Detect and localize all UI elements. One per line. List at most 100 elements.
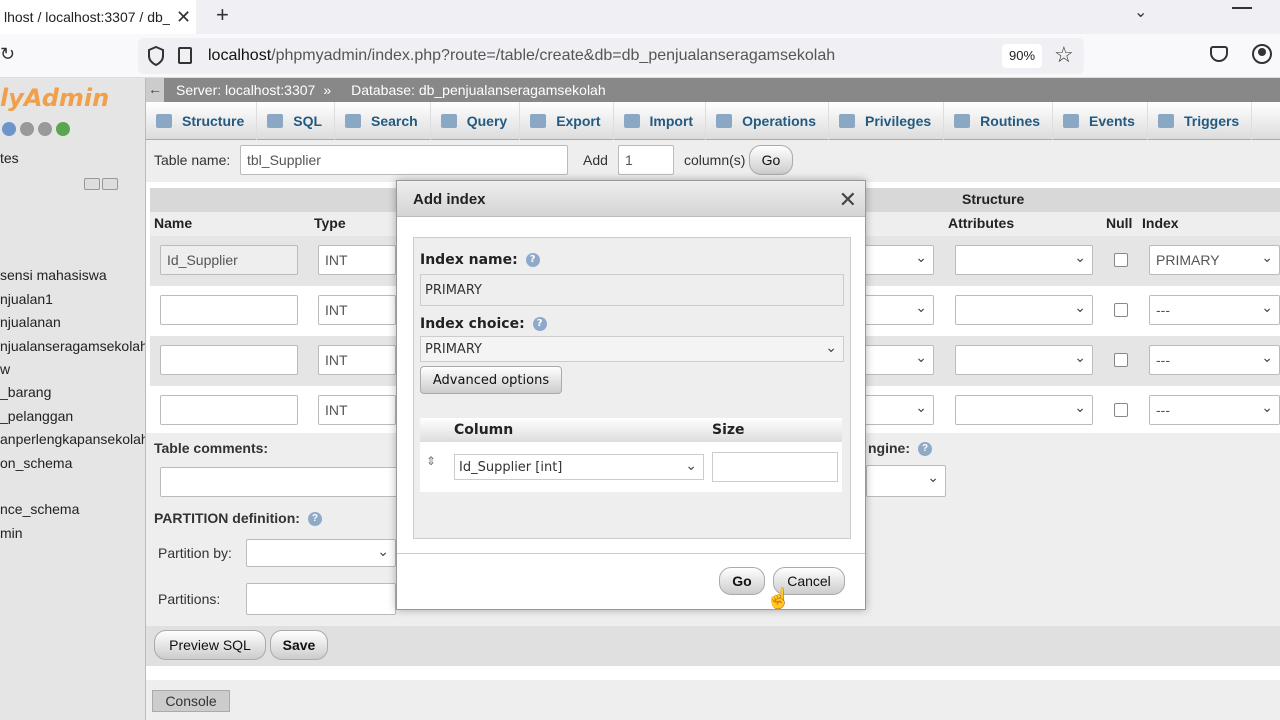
tab-operations[interactable]: Operations [706,101,829,140]
tab-routines[interactable]: Routines [944,101,1054,140]
tab-search[interactable]: Search [335,101,431,140]
query-icon [440,113,457,128]
breadcrumb-server[interactable]: Server: localhost:3307 [176,82,315,98]
index-columns-header: Column Size [420,418,842,442]
close-tab-icon[interactable]: ✕ [176,7,191,28]
tab-structure[interactable]: Structure [146,101,258,140]
column-attributes-select[interactable] [955,245,1093,275]
column-attributes-select[interactable] [955,345,1093,375]
page-icon[interactable] [178,47,192,64]
column-type-select[interactable]: INT [318,345,396,375]
column-default-select[interactable] [862,345,934,375]
null-checkbox[interactable] [1114,403,1128,417]
index-choice-select[interactable]: PRIMARY [420,336,844,362]
partitions-input[interactable] [246,583,396,615]
breadcrumb-database[interactable]: Database: db_penjualanseragamsekolah [351,82,606,98]
index-column-select[interactable]: Id_Supplier [int] [454,454,704,480]
zoom-level[interactable]: 90% [1002,44,1042,68]
index-name-input[interactable]: PRIMARY [420,274,844,306]
add-columns-input[interactable]: 1 [618,145,674,175]
database-item[interactable]: njualan1 [0,291,145,314]
url-text[interactable]: localhost/phpmyadmin/index.php?route=/ta… [208,47,835,65]
column-type-select[interactable]: INT [318,295,396,325]
database-item[interactable]: sensi mahasiswa [0,267,145,290]
index-select[interactable]: PRIMARY [1149,245,1280,275]
chevron-down-icon[interactable]: ⌄ [1134,2,1147,22]
add-columns-go-button[interactable]: Go [749,145,793,175]
partition-by-select[interactable] [246,539,396,567]
pocket-icon[interactable] [1210,46,1228,62]
browser-tab[interactable]: lhost / localhost:3307 / db_ ✕ [0,0,196,34]
recent-tables-label[interactable]: tes [0,150,19,166]
column-attributes-select[interactable] [955,295,1093,325]
null-checkbox[interactable] [1114,353,1128,367]
column-default-select[interactable] [862,245,934,275]
close-icon[interactable]: ✕ [839,187,857,213]
column-name-input[interactable]: Id_Supplier [160,245,298,275]
help-icon[interactable]: ? [307,512,322,527]
reload-icon[interactable]: ↻ [0,44,15,65]
index-select[interactable]: --- [1149,395,1280,425]
shield-icon[interactable] [148,46,164,66]
minimize-icon[interactable] [1232,7,1252,9]
index-select[interactable]: --- [1149,295,1280,325]
index-select[interactable]: --- [1149,345,1280,375]
help-icon[interactable]: ? [918,442,932,457]
database-item[interactable]: njualanseragamsekolah [0,338,145,361]
column-name-input[interactable] [160,295,298,325]
url-bar[interactable]: localhost/phpmyadmin/index.php?route=/ta… [138,38,1084,74]
database-item[interactable]: _pelanggan [0,408,145,431]
collapse-all-icon[interactable] [84,178,100,190]
column-default-select[interactable] [862,295,934,325]
column-type-select[interactable]: INT [318,395,396,425]
column-attributes-select[interactable] [955,395,1093,425]
breadcrumb: ← Server: localhost:3307 » Database: db_… [146,78,1280,102]
tab-privileges[interactable]: Privileges [829,101,945,140]
advanced-options-button[interactable]: Advanced options [420,366,562,394]
database-item[interactable]: njualanan [0,314,145,337]
sql-icon [267,113,284,128]
phpmyadmin-logo[interactable]: lyAdmin [0,84,109,112]
table-name-input[interactable]: tbl_Supplier [240,145,568,175]
database-item[interactable] [0,478,145,501]
database-item[interactable]: _barang [0,384,145,407]
reload-icon[interactable] [56,122,70,136]
null-checkbox[interactable] [1114,253,1128,267]
database-item[interactable]: on_schema [0,455,145,478]
engine-select[interactable] [866,465,946,497]
star-icon[interactable]: ☆ [1054,42,1074,68]
link-icon[interactable] [102,178,118,190]
account-icon[interactable] [1252,44,1272,64]
index-size-input[interactable] [712,452,838,482]
help-icon[interactable]: ? [532,317,547,331]
help-icon[interactable]: ? [525,253,540,267]
tab-query[interactable]: Query [431,101,521,140]
database-item[interactable] [0,244,145,267]
tab-events[interactable]: Events [1053,101,1148,140]
column-name-input[interactable] [160,395,298,425]
preview-sql-button[interactable]: Preview SQL [154,630,266,660]
go-button[interactable]: Go [719,567,765,595]
tab-triggers[interactable]: Triggers [1148,101,1253,140]
tab-import[interactable]: Import [614,101,707,140]
column-name-input[interactable] [160,345,298,375]
database-item[interactable]: anperlengkapansekolah [0,431,145,454]
home-icon[interactable] [2,122,16,136]
drag-handle-icon[interactable]: ⇕ [426,454,436,468]
import-icon [623,113,640,128]
database-item[interactable]: min [0,525,145,548]
tab-sql[interactable]: SQL [257,101,336,140]
console-button[interactable]: Console [152,690,230,712]
settings-icon[interactable] [38,122,52,136]
column-type-select[interactable]: INT [318,245,396,275]
table-comments-input[interactable] [160,467,400,497]
back-arrow-icon[interactable]: ← [146,78,164,102]
new-tab-icon[interactable]: + [216,2,229,28]
sql-icon[interactable] [20,122,34,136]
database-item[interactable]: w [0,361,145,384]
tab-export[interactable]: Export [520,101,614,140]
null-checkbox[interactable] [1114,303,1128,317]
database-item[interactable]: nce_schema [0,501,145,524]
column-default-select[interactable] [862,395,934,425]
save-button[interactable]: Save [270,630,328,660]
